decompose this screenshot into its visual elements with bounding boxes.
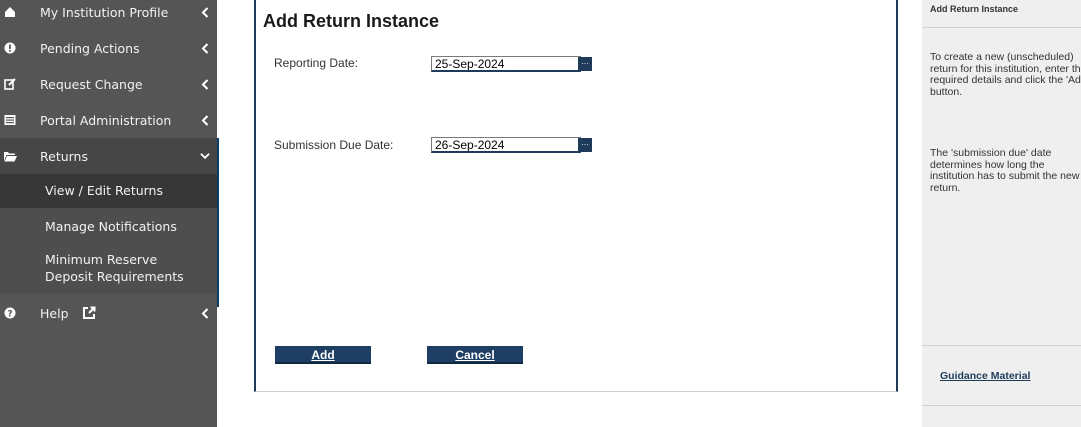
divider <box>922 345 1081 346</box>
submission-due-date-input[interactable] <box>431 137 581 153</box>
sidebar: My Institution Profile Pending Actions R… <box>0 0 217 427</box>
sidebar-subitem-label: View / Edit Returns <box>45 183 163 198</box>
reporting-date-picker-button[interactable]: ... <box>578 57 592 71</box>
divider <box>922 27 1081 28</box>
sidebar-item-label: My Institution Profile <box>40 4 169 20</box>
folder-open-icon <box>3 149 17 163</box>
reporting-date-label: Reporting Date: <box>274 56 359 70</box>
sidebar-item-help[interactable]: ? Help <box>0 295 217 331</box>
home-icon <box>3 5 17 19</box>
chevron-left-icon <box>200 114 210 126</box>
submission-due-date-label: Submission Due Date: <box>274 138 394 152</box>
sidebar-subitem-label: Manage Notifications <box>45 219 177 234</box>
help-text-create: To create a new (unscheduled) return for… <box>930 51 1081 98</box>
sidebar-subitem-minimum-reserve-deposit[interactable]: Minimum Reserve Deposit Requirements <box>0 244 217 294</box>
sidebar-item-label: Pending Actions <box>40 40 140 56</box>
sidebar-subitem-label: Minimum Reserve Deposit Requirements <box>45 252 184 284</box>
submission-due-date-picker-button[interactable]: ... <box>578 138 592 152</box>
chevron-left-icon <box>200 42 210 54</box>
sidebar-item-label: Request Change <box>40 76 143 92</box>
external-link-icon <box>82 306 96 320</box>
edit-icon <box>3 77 17 91</box>
chevron-down-icon <box>200 150 210 162</box>
sidebar-item-institution-profile[interactable]: My Institution Profile <box>0 0 217 30</box>
question-icon: ? <box>3 306 17 320</box>
cancel-button[interactable]: Cancel <box>427 346 523 364</box>
sidebar-item-label: Returns <box>40 148 88 164</box>
list-icon <box>3 113 17 127</box>
sidebar-item-request-change[interactable]: Request Change <box>0 66 217 102</box>
sidebar-item-label: Portal Administration <box>40 112 172 128</box>
chevron-left-icon <box>200 307 210 319</box>
exclamation-icon <box>3 41 17 55</box>
divider <box>922 405 1081 406</box>
sidebar-subitem-manage-notifications[interactable]: Manage Notifications <box>0 208 217 244</box>
page-title: Add Return Instance <box>263 11 440 31</box>
help-text-due-date: The 'submission due' date determines how… <box>930 147 1080 194</box>
reporting-date-input[interactable] <box>431 56 581 72</box>
sidebar-subitem-view-edit-returns[interactable]: View / Edit Returns <box>0 174 217 208</box>
help-panel: Add Return Instance To create a new (uns… <box>922 0 1081 427</box>
chevron-left-icon <box>200 6 210 18</box>
sidebar-item-portal-administration[interactable]: Portal Administration <box>0 102 217 138</box>
sidebar-active-edge <box>217 138 219 307</box>
chevron-left-icon <box>200 78 210 90</box>
add-button[interactable]: Add <box>275 346 371 364</box>
svg-text:?: ? <box>7 309 12 319</box>
guidance-material-link[interactable]: Guidance Material <box>940 370 1030 382</box>
help-panel-title: Add Return Instance <box>930 4 1019 14</box>
add-return-form: Add Return Instance Reporting Date: ... … <box>254 0 898 392</box>
sidebar-item-label: Help <box>40 305 69 321</box>
sidebar-item-returns[interactable]: Returns <box>0 138 217 174</box>
sidebar-item-pending-actions[interactable]: Pending Actions <box>0 30 217 66</box>
